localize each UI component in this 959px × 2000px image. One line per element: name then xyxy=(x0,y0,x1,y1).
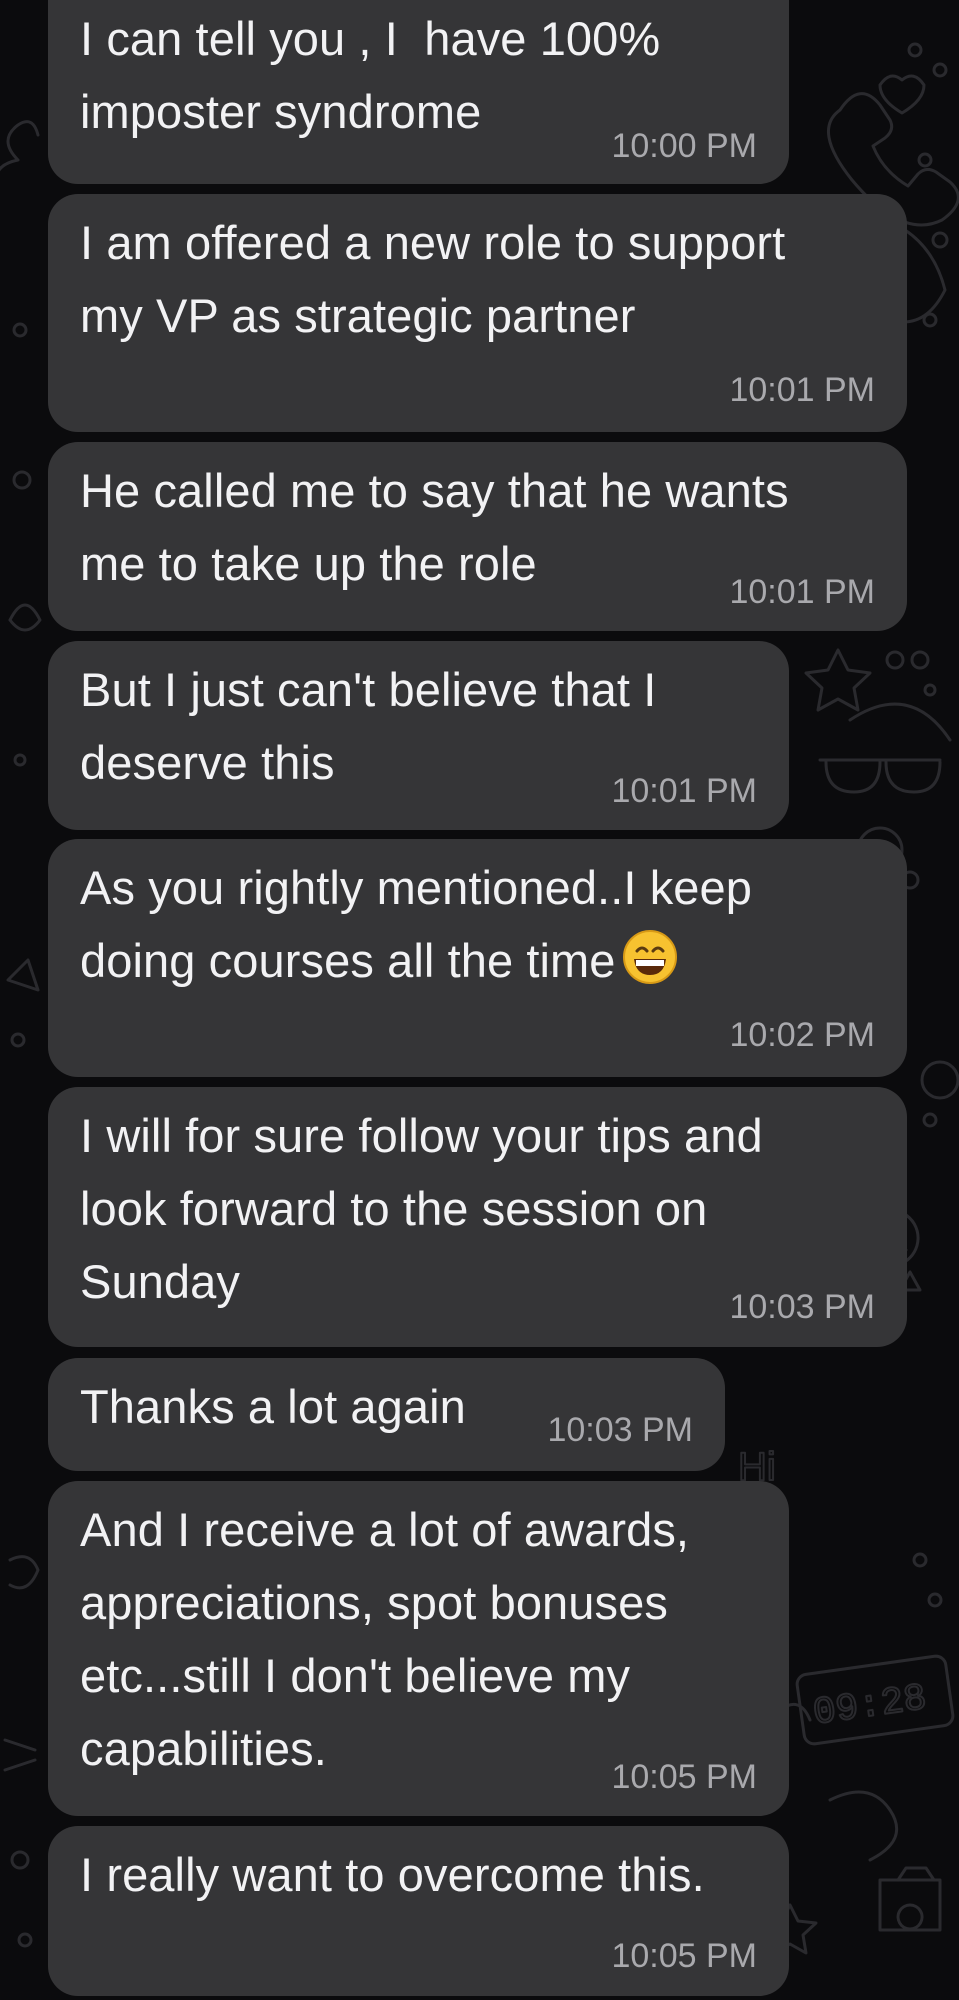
message-text: He called me to say that he wants me to … xyxy=(80,464,789,590)
message-bubble[interactable]: But I just can't believe that I deserve … xyxy=(48,641,789,830)
message-text: But I just can't believe that I deserve … xyxy=(80,663,657,789)
message-timestamp: 10:05 PM xyxy=(611,1937,757,1975)
message-timestamp: 10:05 PM xyxy=(611,1758,757,1796)
message-text: I am offered a new role to support my VP… xyxy=(80,216,786,342)
message-timestamp: 10:02 PM xyxy=(729,1016,875,1054)
message-timestamp: 10:01 PM xyxy=(611,772,757,810)
message-bubble[interactable]: I will for sure follow your tips and loo… xyxy=(48,1087,907,1347)
message-timestamp: 10:01 PM xyxy=(729,573,875,611)
message-bubble[interactable]: And I receive a lot of awards, appreciat… xyxy=(48,1481,789,1816)
message-text: I can tell you , I have 100% imposter sy… xyxy=(80,12,661,138)
message-bubble[interactable]: He called me to say that he wants me to … xyxy=(48,442,907,631)
message-text: And I receive a lot of awards, appreciat… xyxy=(80,1503,690,1775)
message-bubble[interactable]: I really want to overcome this. 10:05 PM xyxy=(48,1826,789,1996)
message-bubble[interactable]: I can tell you , I have 100% imposter sy… xyxy=(48,0,789,184)
message-timestamp: 10:03 PM xyxy=(547,1411,693,1449)
message-timestamp: 10:01 PM xyxy=(729,371,875,409)
message-text: I will for sure follow your tips and loo… xyxy=(80,1109,763,1308)
message-timestamp: 10:00 PM xyxy=(611,127,757,165)
message-bubble[interactable]: As you rightly mentioned..I keep doing c… xyxy=(48,839,907,1077)
message-text: I really want to overcome this. xyxy=(80,1848,705,1901)
message-list[interactable]: I can tell you , I have 100% imposter sy… xyxy=(0,0,959,2000)
message-bubble[interactable]: I am offered a new role to support my VP… xyxy=(48,194,907,432)
message-bubble[interactable]: Thanks a lot again 10:03 PM xyxy=(48,1358,725,1471)
message-timestamp: 10:03 PM xyxy=(729,1288,875,1326)
message-text: As you rightly mentioned..I keep doing c… xyxy=(80,851,752,997)
message-text: Thanks a lot again xyxy=(80,1380,466,1433)
grinning-face-emoji xyxy=(622,930,677,984)
